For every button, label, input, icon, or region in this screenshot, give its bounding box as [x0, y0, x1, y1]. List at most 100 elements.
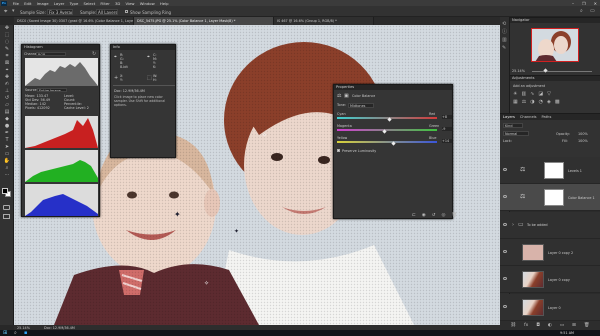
layer-name[interactable]: Layer 0 copy 2	[548, 251, 573, 255]
sample-size-select[interactable]: Fix 3 Average	[47, 8, 73, 15]
eyedropper-tool-icon[interactable]: ⌖	[0, 67, 14, 74]
mask-icon[interactable]: ▣	[344, 93, 349, 99]
menu-3d[interactable]: 3D	[112, 1, 123, 6]
layer-name[interactable]: Color Balance 1	[568, 196, 595, 200]
menu-filter[interactable]: Filter	[98, 1, 113, 6]
photo-filter-icon[interactable]: ◔	[539, 99, 543, 105]
tone-select[interactable]: Midtones	[348, 102, 374, 108]
refresh-icon[interactable]: ↻	[92, 51, 96, 57]
layer-thumbnail[interactable]	[522, 243, 544, 261]
slider-value[interactable]: +14	[442, 139, 452, 143]
visibility-eye-icon[interactable]	[503, 277, 507, 281]
close-icon[interactable]: ✕	[594, 1, 597, 6]
new-layer-icon[interactable]: ⊞	[572, 321, 576, 330]
trash-icon[interactable]: 🗑	[451, 213, 457, 218]
preserve-luminosity-checkbox[interactable]	[337, 149, 340, 152]
channel-select[interactable]: RGB	[36, 51, 66, 56]
new-group-icon[interactable]: ▭	[560, 321, 564, 330]
vibrance-icon[interactable]: ▽	[547, 91, 551, 97]
show-ring-checkbox[interactable]	[125, 10, 128, 13]
path-select-tool-icon[interactable]: ➤	[0, 144, 14, 151]
color-slider-thumb[interactable]	[390, 141, 396, 146]
curves-icon[interactable]: ∿	[530, 91, 534, 97]
tab-document-1[interactable]: DSC0 (Saved Image 30) 0307 (grad @ 16.6%…	[14, 17, 134, 25]
blur-tool-icon[interactable]: ◆	[0, 116, 14, 123]
tab-paths[interactable]: Paths	[542, 114, 552, 120]
menu-file[interactable]: File	[10, 1, 22, 6]
slider-value[interactable]: -9	[442, 127, 452, 131]
layer-row[interactable]: ⚖ Color Balance 1	[500, 184, 600, 212]
quick-mask-icon[interactable]	[3, 205, 10, 210]
lasso-tool-icon[interactable]: ◌	[0, 39, 14, 46]
layer-name[interactable]: To be added	[527, 223, 548, 227]
color-slider-track[interactable]	[337, 141, 437, 143]
hand-tool-icon[interactable]: ✋	[0, 158, 14, 165]
healing-brush-tool-icon[interactable]: ✚	[0, 74, 14, 81]
tab-document-2[interactable]: DSC_5475.JPG @ 25.1% (Color Balance 1, L…	[134, 17, 274, 25]
color-slider-thumb[interactable]	[386, 117, 392, 122]
properties-title[interactable]: Properties	[334, 85, 452, 90]
layer-filter-kind[interactable]: Kind	[503, 123, 523, 128]
layer-thumbnail[interactable]	[522, 271, 544, 289]
reset-icon[interactable]: ↺	[432, 213, 436, 218]
menu-image[interactable]: Image	[34, 1, 51, 6]
channel-mixer-icon[interactable]: ◈	[547, 99, 551, 105]
menu-window[interactable]: Window	[137, 1, 157, 6]
clip-to-layer-icon[interactable]: ⊏	[412, 213, 416, 218]
color-slider-track[interactable]	[337, 129, 437, 131]
screen-mode-icon[interactable]	[3, 214, 10, 219]
foreground-color-swatch[interactable]	[2, 188, 8, 194]
layer-row[interactable]: Layer 0	[500, 293, 600, 321]
start-icon[interactable]: ⊞	[3, 330, 7, 336]
hue-saturation-icon[interactable]: ▦	[513, 99, 518, 105]
layer-name[interactable]: Layer 0	[548, 306, 561, 310]
menu-select[interactable]: Select	[81, 1, 98, 6]
quick-select-tool-icon[interactable]: ✎	[0, 46, 14, 53]
fill-value[interactable]: 100%	[578, 139, 588, 143]
layer-row[interactable]: ⚖ Levels 1	[500, 157, 600, 184]
status-zoom[interactable]: 25.14%	[17, 326, 30, 330]
search-icon[interactable]: ⌕	[14, 330, 17, 336]
workspace-icon[interactable]: ▭	[590, 8, 595, 14]
shape-tool-icon[interactable]: ▭	[0, 151, 14, 158]
info-icon[interactable]: ⓘ	[502, 30, 508, 35]
navigator-zoom-thumb[interactable]	[543, 68, 548, 73]
visibility-eye-icon[interactable]	[503, 195, 507, 199]
visibility-eye-icon[interactable]	[503, 222, 507, 226]
color-balance-icon[interactable]: ⚖	[522, 99, 526, 105]
history-icon[interactable]: ⟲	[502, 22, 508, 27]
move-tool-icon[interactable]: ✥	[0, 25, 14, 32]
brush-tool-icon[interactable]: ✍	[0, 81, 14, 88]
layer-name[interactable]: Layer 0 copy	[548, 278, 570, 282]
visibility-eye-icon[interactable]	[503, 249, 507, 253]
zoom-tool-icon[interactable]: ⌕	[0, 165, 14, 172]
histogram-title[interactable]: Histogram	[22, 45, 99, 50]
adjustments-title[interactable]: Adjustments	[510, 76, 600, 81]
info-title[interactable]: Info	[111, 45, 175, 50]
blend-mode-select[interactable]: Normal	[503, 131, 529, 136]
new-adjustment-icon[interactable]: ◐	[548, 321, 552, 330]
restore-icon[interactable]: ❐	[582, 1, 586, 6]
navigator-title[interactable]: Navigator	[510, 18, 600, 23]
history-brush-tool-icon[interactable]: ↺	[0, 95, 14, 102]
layer-row[interactable]: Layer 0 copy 2	[500, 238, 600, 266]
visibility-eye-icon[interactable]	[503, 304, 507, 308]
layer-mask-thumbnail[interactable]	[544, 189, 564, 207]
tab-document-3[interactable]: IS 467 @ 16.6% (Group 1, RGB/8) *	[274, 17, 374, 25]
histogram-icon[interactable]: ▥	[502, 38, 508, 43]
color-slider-thumb[interactable]	[381, 129, 387, 134]
link-layers-icon[interactable]: ⛓	[510, 321, 516, 330]
layer-mask-thumbnail[interactable]	[544, 162, 564, 179]
photoshop-taskbar-icon[interactable]: ▪	[24, 330, 27, 336]
more-tools-icon[interactable]: ⋯	[0, 172, 14, 179]
pen-tool-icon[interactable]: ✒	[0, 130, 14, 137]
trash-icon[interactable]: 🗑	[584, 321, 590, 330]
eraser-tool-icon[interactable]: ▱	[0, 102, 14, 109]
exposure-icon[interactable]: ◪	[538, 91, 543, 97]
frame-tool-icon[interactable]: ⊠	[0, 60, 14, 67]
navigator-zoom-slider[interactable]	[532, 70, 592, 72]
view-previous-icon[interactable]: ◉	[422, 213, 426, 218]
menu-type[interactable]: Type	[67, 1, 81, 6]
source-select[interactable]: Entire Image	[37, 87, 67, 92]
menu-view[interactable]: View	[123, 1, 137, 6]
